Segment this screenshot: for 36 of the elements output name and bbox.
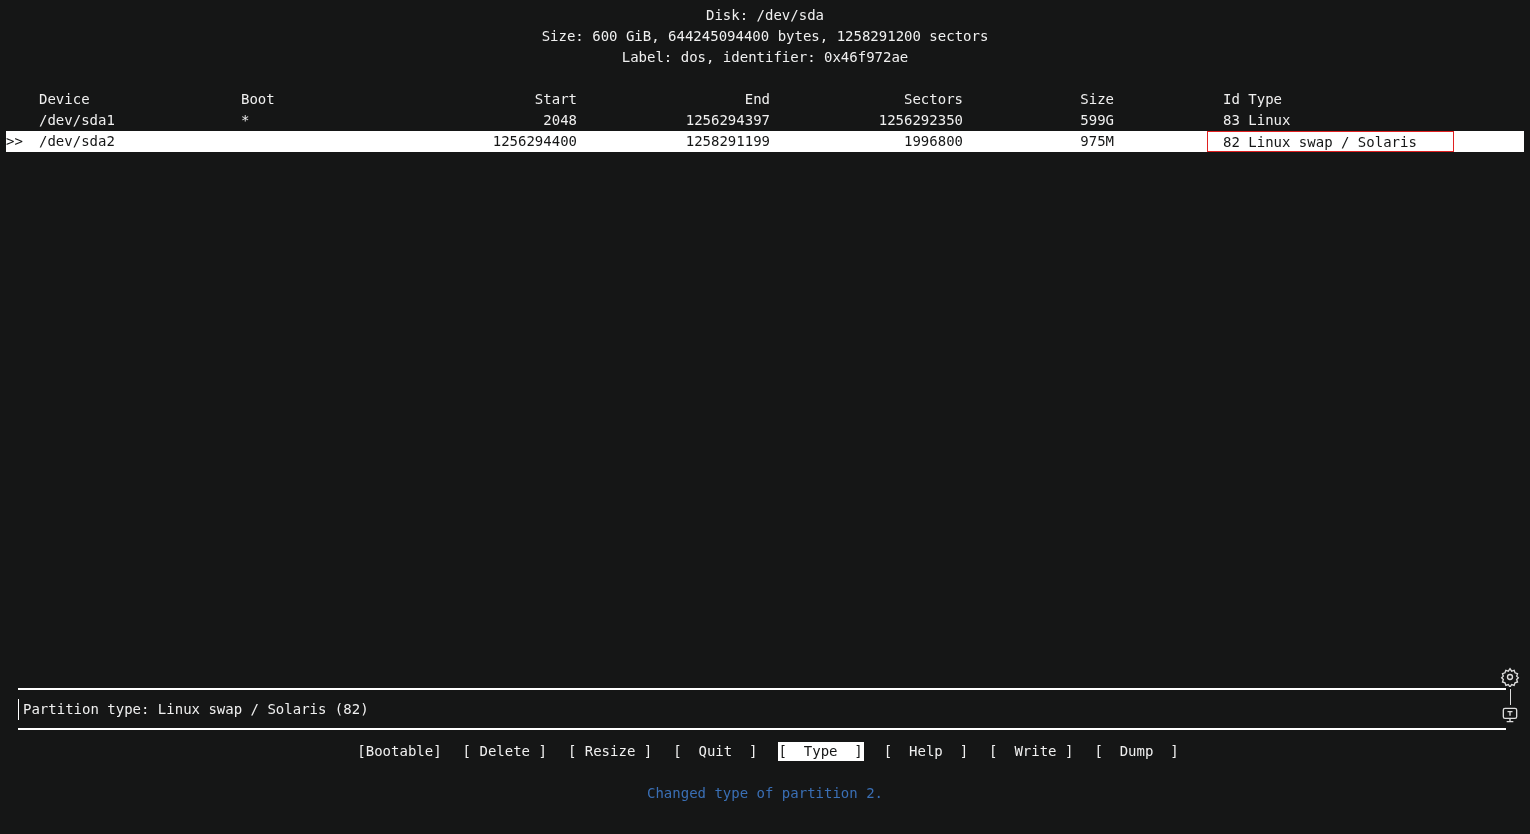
table-cell: 1258291199 xyxy=(685,133,770,149)
table-cell: 1256292350 xyxy=(878,112,963,128)
column-header: End xyxy=(744,91,770,107)
selected-row[interactable]: >> /dev/sda2 1256294400 1258291199 1996800 975M 82 Linux swap / Solaris xyxy=(6,131,1524,152)
table-cell: 83 Linux xyxy=(1223,112,1291,128)
column-header: Device xyxy=(39,91,90,107)
disk-size: Size: 600 GiB, 644245094400 bytes, 1258291200 sectors xyxy=(541,27,989,46)
menu-action[interactable]: [ Type ] xyxy=(777,742,864,761)
column-header: Size xyxy=(1080,91,1114,107)
table-cell: 1996800 xyxy=(904,133,963,149)
table-cell: 1256294400 xyxy=(492,133,577,149)
table-cell: /dev/sda2 xyxy=(39,133,115,149)
menu-action[interactable]: [ Help ] xyxy=(882,742,970,761)
disk-title: Disk: /dev/sda xyxy=(706,6,824,25)
menu-action[interactable]: [ Dump ] xyxy=(1093,742,1180,761)
menu-action[interactable]: [ Quit ] xyxy=(672,742,759,761)
table-cell: * xyxy=(241,112,250,128)
table-cell: 975M xyxy=(1080,133,1114,149)
column-header: Start xyxy=(534,91,577,107)
table-cell: 1256294397 xyxy=(685,112,770,128)
menu-action[interactable]: [ Delete ] xyxy=(461,742,548,761)
menu-action[interactable]: [ Write ] xyxy=(988,742,1075,761)
column-header: Boot xyxy=(241,91,275,107)
info-text: Partition type: Linux swap / Solaris (82) xyxy=(18,698,369,720)
disk-label: Label: dos, identifier: 0x46f972ae xyxy=(621,48,909,67)
table-cell: 2048 xyxy=(543,112,577,128)
menu-action[interactable]: [Bootable] xyxy=(356,742,443,761)
cursor-marker: >> xyxy=(6,133,23,149)
column-header: Sectors xyxy=(904,91,963,107)
table-cell: /dev/sda1 xyxy=(39,112,115,128)
settings-icon[interactable] xyxy=(1500,667,1520,687)
table-cell: 599G xyxy=(1080,112,1114,128)
status-message: Changed type of partition 2. xyxy=(647,784,883,803)
column-header: Id Type xyxy=(1223,91,1282,107)
menu-action[interactable]: [ Resize ] xyxy=(566,742,654,761)
table-cell: 82 Linux swap / Solaris xyxy=(1207,131,1454,152)
